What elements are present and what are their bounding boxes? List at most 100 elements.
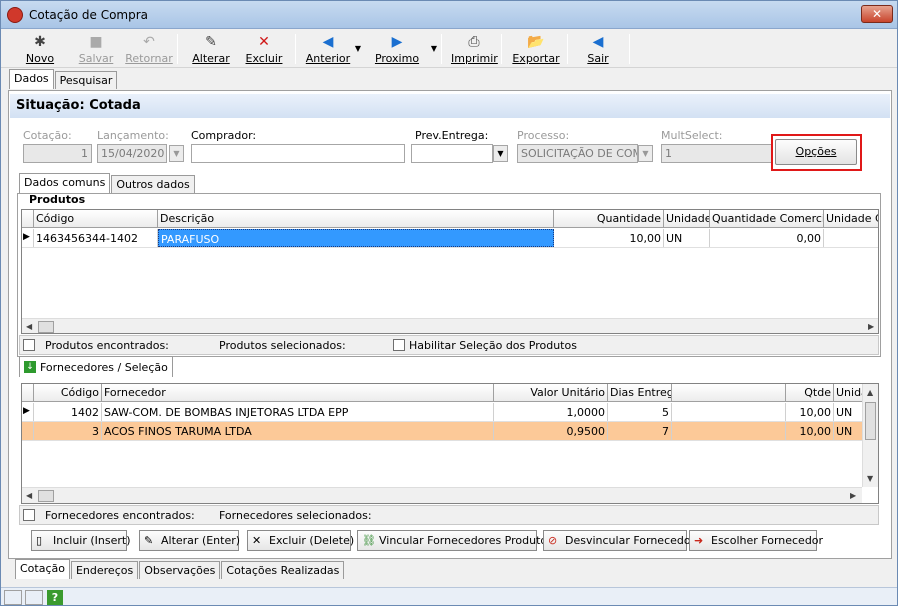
anterior-button[interactable]: ◀ Anterior [305,32,351,66]
fornecedores-grid: Código Fornecedor Valor Unitário Dias Entre… [21,383,879,504]
tab-cotacao[interactable]: Cotação [15,559,70,579]
column-header[interactable] [672,384,786,401]
delete-icon: ✕ [258,34,270,50]
action-button-label: Excluir (Delete) [269,534,355,547]
scroll-down-icon[interactable]: ▼ [867,474,873,483]
table-row[interactable]: 3 ACOS FINOS TARUMA LTDA 0,9500 7 10,00 UN [22,422,878,441]
exit-arrow-icon: ◀ [592,34,604,50]
tab-outros-dados[interactable]: Outros dados [111,175,195,193]
fornecedores-hscrollbar[interactable]: ◀ ▶ [22,487,862,503]
lancamento-dropdown-icon[interactable]: ▼ [169,145,184,162]
scroll-up-icon[interactable]: ▲ [867,388,873,397]
column-header[interactable]: Unidade [664,210,710,227]
column-header[interactable]: Código [34,210,158,227]
action-button-4[interactable]: ⛓ Vincular Fornecedores Produtos [357,530,553,551]
chevron-down-icon[interactable]: ▼ [353,44,363,78]
tab-pesquisar[interactable]: Pesquisar [54,71,118,89]
column-header[interactable]: Unidade C [824,210,878,227]
fornecedores-vscrollbar[interactable]: ▲ ▼ [862,384,878,487]
document-icon: ▯ [36,534,43,547]
window-title: Cotação de Compra [29,8,149,22]
prev-entrega-dropdown-icon[interactable]: ▼ [493,145,508,162]
action-button-label: Vincular Fornecedores Produtos [379,534,553,547]
tab-dados-comuns[interactable]: Dados comuns [19,173,111,193]
retornar-button[interactable]: ↶ Retornar [125,32,173,66]
toolbar-label: Novo [25,52,55,65]
column-header[interactable]: Dias Entrega [608,384,672,401]
table-cell: 1463456344-1402 [34,229,158,247]
tab-enderecos[interactable]: Endereços [70,561,139,579]
processo-dropdown-icon[interactable]: ▼ [638,145,653,162]
status-panel [4,590,22,605]
scroll-thumb[interactable] [38,321,54,333]
processo-select[interactable]: SOLICITAÇÃO DE COM [517,144,638,163]
undo-icon: ↶ [143,34,155,50]
scroll-left-icon[interactable]: ◀ [26,491,32,500]
salvar-button[interactable]: ■ Salvar [77,32,115,66]
toolbar-separator [441,34,442,64]
tab-fornecedores[interactable]: ↓ Fornecedores / Seleção [19,356,173,377]
proximo-button[interactable]: ▶ Proximo [373,32,421,66]
prev-entrega-label: Prev.Entrega: [415,129,489,142]
column-header[interactable]: Quantidade Comercial [710,210,824,227]
table-cell: 0,9500 [494,422,608,440]
multselect-field[interactable]: 1 [661,144,773,163]
action-button-3[interactable]: ✕ Excluir (Delete) [247,530,355,551]
novo-button[interactable]: ✱ Novo [23,32,57,66]
column-header[interactable]: Qtde [786,384,834,401]
table-cell: PARAFUSO [158,229,554,247]
toolbar-separator [177,34,178,64]
toolbar-label: Alterar [192,52,230,65]
fornecedores-grid-header: Código Fornecedor Valor Unitário Dias Entre… [22,384,878,402]
produtos-checkbox[interactable] [23,339,35,351]
habilitar-selecao-checkbox[interactable] [393,339,405,351]
table-cell [672,403,786,421]
prev-entrega-input[interactable] [411,144,493,163]
table-cell: 7 [608,422,672,440]
scroll-thumb[interactable] [865,402,876,440]
sair-button[interactable]: ◀ Sair [583,32,613,66]
close-button[interactable]: ✕ [861,5,893,23]
action-button-2[interactable]: ✎ Alterar (Enter) [139,530,240,551]
action-button-label: Incluir (Insert) [53,534,131,547]
column-header[interactable]: Valor Unitário [494,384,608,401]
help-icon[interactable]: ? [47,590,63,605]
highlight-box [771,134,862,171]
action-button-5[interactable]: ⊘ Desvincular Fornecedor [543,530,695,551]
column-header[interactable]: Quantidade [554,210,664,227]
scroll-thumb[interactable] [38,490,54,502]
scroll-left-icon[interactable]: ◀ [26,322,32,331]
table-cell [672,422,786,440]
table-cell: 1,0000 [494,403,608,421]
excluir-button[interactable]: ✕ Excluir [244,32,284,66]
status-bar: ? [1,587,897,605]
exportar-button[interactable]: 📂 Exportar [511,32,561,66]
produtos-title: Produtos [29,193,86,206]
column-header[interactable]: Descrição [158,210,554,227]
comprador-input[interactable] [191,144,405,163]
column-header[interactable]: Fornecedor [102,384,494,401]
fornecedores-selecionados: Fornecedores selecionados: [219,509,372,522]
lancamento-field[interactable]: 15/04/2020 [97,144,167,163]
imprimir-button[interactable]: ⎙ Imprimir [451,32,498,66]
row-indicator-icon: ▶ [22,229,34,247]
table-row[interactable]: ▶ 1402 SAW-COM. DE BOMBAS INJETORAS LTDA E… [22,403,878,422]
edit-icon: ✎ [205,34,217,50]
toolbar-separator [567,34,568,64]
alterar-button[interactable]: ✎ Alterar [191,32,231,66]
cotacao-field[interactable]: 1 [23,144,92,163]
tab-observacoes[interactable]: Observações [139,561,221,579]
tab-cotacoes-realizadas[interactable]: Cotações Realizadas [221,561,345,579]
action-button-1[interactable]: ▯ Incluir (Insert) [31,530,131,551]
chevron-down-icon[interactable]: ▼ [429,44,439,78]
action-button-6[interactable]: ➜ Escolher Fornecedor [689,530,823,551]
scroll-right-icon[interactable]: ▶ [850,491,856,500]
produtos-encontrados: Produtos encontrados: [45,339,169,352]
toolbar-label: Excluir [245,52,283,65]
column-header[interactable]: Código [34,384,102,401]
scroll-right-icon[interactable]: ▶ [868,322,874,331]
table-row[interactable]: ▶ 1463456344-1402 PARAFUSO 10,00 UN 0,00 [22,229,878,248]
produtos-hscrollbar[interactable]: ◀ ▶ [22,318,878,333]
fornecedores-checkbox[interactable] [23,509,35,521]
tab-dados[interactable]: Dados [9,69,54,89]
